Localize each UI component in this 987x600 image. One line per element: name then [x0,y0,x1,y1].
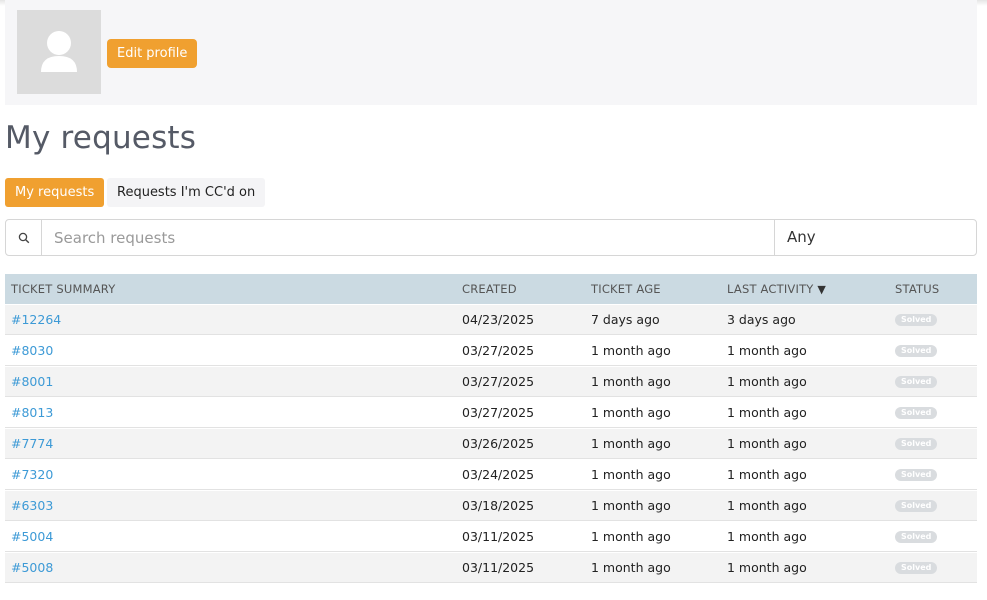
edit-profile-button[interactable]: Edit profile [107,39,198,68]
ticket-age: 1 month ago [591,374,671,389]
status-filter-select[interactable]: Any [774,220,976,255]
created-date: 03/26/2025 [462,436,535,451]
profile-panel: Edit profile [5,0,977,105]
created-date: 03/18/2025 [462,498,535,513]
ticket-age: 1 month ago [591,436,671,451]
search-input[interactable] [42,220,774,255]
search-bar: Any [5,219,977,256]
ticket-age: 1 month ago [591,560,671,575]
column-ticket-age[interactable]: Ticket age [591,274,661,304]
status-badge: Solved [895,314,938,326]
sort-down-icon: ▼ [817,283,827,296]
tab-requests-cc[interactable]: Requests I'm CC'd on [107,178,266,207]
page-title: My requests [5,120,197,156]
ticket-link[interactable]: #12264 [11,305,61,335]
table-row: #5004 03/11/2025 1 month ago 1 month ago… [5,522,977,552]
status-badge: Solved [895,500,938,512]
ticket-age: 7 days ago [591,312,660,327]
last-activity: 1 month ago [727,405,807,420]
ticket-link[interactable]: #8030 [11,336,53,366]
column-ticket-summary[interactable]: Ticket summary [11,274,115,304]
status-badge: Solved [895,469,938,481]
last-activity: 1 month ago [727,467,807,482]
created-date: 03/27/2025 [462,405,535,420]
column-last-activity-label: Last activity [727,282,814,296]
table-row: #8013 03/27/2025 1 month ago 1 month ago… [5,398,977,428]
search-icon [18,232,29,243]
last-activity: 1 month ago [727,374,807,389]
ticket-age: 1 month ago [591,343,671,358]
last-activity: 3 days ago [727,312,796,327]
ticket-link[interactable]: #5004 [11,522,53,552]
status-badge: Solved [895,562,938,574]
created-date: 03/24/2025 [462,467,535,482]
tab-my-requests[interactable]: My requests [5,178,105,207]
ticket-age: 1 month ago [591,467,671,482]
column-created[interactable]: Created [462,274,517,304]
last-activity: 1 month ago [727,529,807,544]
table-row: #6303 03/18/2025 1 month ago 1 month ago… [5,491,977,521]
status-badge: Solved [895,438,938,450]
last-activity: 1 month ago [727,343,807,358]
ticket-age: 1 month ago [591,405,671,420]
ticket-age: 1 month ago [591,498,671,513]
ticket-link[interactable]: #7774 [11,429,53,459]
column-last-activity[interactable]: Last activity ▼ [727,274,826,305]
ticket-link[interactable]: #6303 [11,491,53,521]
ticket-link[interactable]: #8013 [11,398,53,428]
avatar [17,10,101,94]
column-status[interactable]: Status [895,274,939,304]
ticket-link[interactable]: #5008 [11,553,53,583]
search-button[interactable] [6,220,42,255]
created-date: 03/11/2025 [462,529,535,544]
created-date: 04/23/2025 [462,312,535,327]
last-activity: 1 month ago [727,498,807,513]
table-header: Ticket summary Created Ticket age Last a… [5,274,977,304]
ticket-age: 1 month ago [591,529,671,544]
table-row: #7320 03/24/2025 1 month ago 1 month ago… [5,460,977,490]
status-badge: Solved [895,531,938,543]
last-activity: 1 month ago [727,560,807,575]
created-date: 03/27/2025 [462,374,535,389]
table-row: #8030 03/27/2025 1 month ago 1 month ago… [5,336,977,366]
user-silhouette-icon [41,31,77,72]
status-badge: Solved [895,407,938,419]
created-date: 03/27/2025 [462,343,535,358]
table-row: #7774 03/26/2025 1 month ago 1 month ago… [5,429,977,459]
table-row: #5008 03/11/2025 1 month ago 1 month ago… [5,553,977,583]
status-badge: Solved [895,345,938,357]
table-row: #12264 04/23/2025 7 days ago 3 days ago … [5,305,977,335]
created-date: 03/11/2025 [462,560,535,575]
ticket-link[interactable]: #7320 [11,460,53,490]
last-activity: 1 month ago [727,436,807,451]
status-badge: Solved [895,376,938,388]
ticket-link[interactable]: #8001 [11,367,53,397]
table-row: #8001 03/27/2025 1 month ago 1 month ago… [5,367,977,397]
